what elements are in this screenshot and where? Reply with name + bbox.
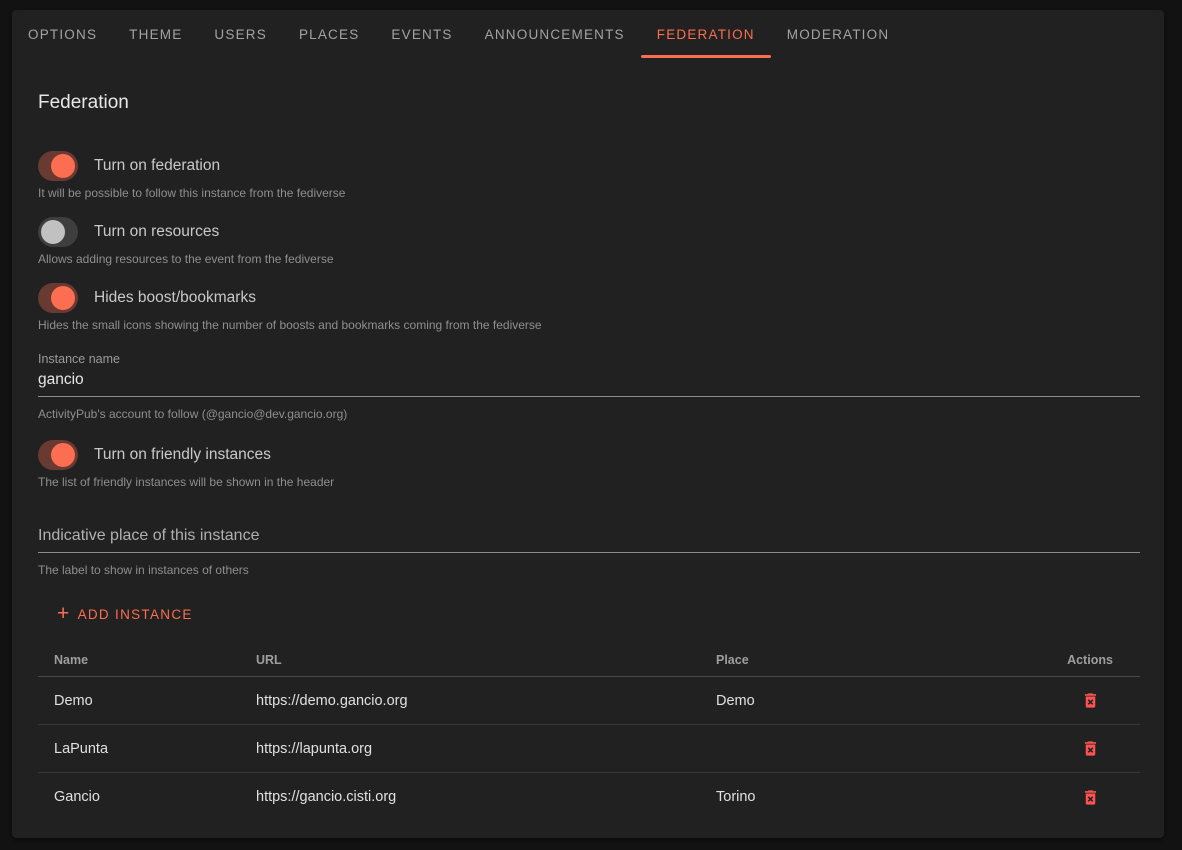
instance-name-hint: ActivityPub's account to follow (@gancio… (38, 407, 1140, 421)
tab-users[interactable]: USERS (198, 10, 283, 58)
tab-announcements[interactable]: ANNOUNCEMENTS (469, 10, 641, 58)
federation-toggle-label: Turn on federation (94, 157, 220, 175)
friendly-instances-toggle[interactable] (38, 440, 78, 470)
table-row: Gancio https://gancio.cisti.org Torino (38, 773, 1140, 821)
instance-place-field: The label to show in instances of others (38, 523, 1140, 577)
instances-table: Name URL Place Actions Demo https://demo… (38, 643, 1140, 821)
friendly-instances-toggle-label: Turn on friendly instances (94, 446, 271, 464)
tab-options[interactable]: OPTIONS (12, 10, 113, 58)
resources-toggle-row: Turn on resources (38, 216, 1140, 248)
delete-forever-icon (1081, 739, 1100, 758)
add-instance-button[interactable]: + ADD INSTANCE (57, 603, 193, 625)
cell-url: https://gancio.cisti.org (240, 789, 700, 805)
table-header-row: Name URL Place Actions (38, 643, 1140, 677)
cell-place: Torino (700, 789, 1040, 805)
add-instance-label: ADD INSTANCE (78, 607, 193, 622)
cell-name: LaPunta (38, 741, 240, 757)
federation-toggle[interactable] (38, 151, 78, 181)
admin-tabs: OPTIONS THEME USERS PLACES EVENTS ANNOUN… (12, 10, 1164, 58)
federation-toggle-hint: It will be possible to follow this insta… (38, 186, 1140, 200)
hide-boosts-toggle-row: Hides boost/bookmarks (38, 282, 1140, 314)
cell-name: Demo (38, 693, 240, 709)
cell-url: https://lapunta.org (240, 741, 700, 757)
header-actions: Actions (1040, 653, 1140, 667)
friendly-instances-toggle-row: Turn on friendly instances (38, 439, 1140, 471)
header-url: URL (240, 653, 700, 667)
toggle-thumb (51, 154, 75, 178)
delete-forever-icon (1081, 788, 1100, 807)
plus-icon: + (57, 604, 71, 624)
instance-place-hint: The label to show in instances of others (38, 563, 1140, 577)
tab-moderation[interactable]: MODERATION (771, 10, 906, 58)
hide-boosts-toggle-label: Hides boost/bookmarks (94, 289, 256, 307)
instance-place-input[interactable] (38, 523, 1140, 553)
toggle-thumb (41, 220, 65, 244)
resources-toggle-hint: Allows adding resources to the event fro… (38, 252, 1140, 266)
hide-boosts-toggle-hint: Hides the small icons showing the number… (38, 318, 1140, 332)
toggle-thumb (51, 286, 75, 310)
table-row: LaPunta https://lapunta.org (38, 725, 1140, 773)
federation-toggle-row: Turn on federation (38, 150, 1140, 182)
resources-toggle[interactable] (38, 217, 78, 247)
cell-url: https://demo.gancio.org (240, 693, 700, 709)
delete-instance-button[interactable] (1072, 683, 1108, 719)
tab-places[interactable]: PLACES (283, 10, 375, 58)
instance-name-field: Instance name ActivityPub's account to f… (38, 352, 1140, 421)
delete-instance-button[interactable] (1072, 779, 1108, 815)
admin-card: OPTIONS THEME USERS PLACES EVENTS ANNOUN… (12, 10, 1164, 838)
page-title: Federation (38, 92, 1140, 114)
delete-instance-button[interactable] (1072, 731, 1108, 767)
header-place: Place (700, 653, 1040, 667)
toggle-thumb (51, 443, 75, 467)
delete-forever-icon (1081, 691, 1100, 710)
header-name: Name (38, 653, 240, 667)
tab-events[interactable]: EVENTS (375, 10, 468, 58)
tab-federation[interactable]: FEDERATION (641, 10, 771, 58)
tab-theme[interactable]: THEME (113, 10, 198, 58)
hide-boosts-toggle[interactable] (38, 283, 78, 313)
federation-panel: Federation Turn on federation It will be… (12, 92, 1164, 821)
table-row: Demo https://demo.gancio.org Demo (38, 677, 1140, 725)
cell-name: Gancio (38, 789, 240, 805)
instance-name-label: Instance name (38, 352, 1140, 367)
cell-place: Demo (700, 693, 1040, 709)
friendly-instances-toggle-hint: The list of friendly instances will be s… (38, 475, 1140, 489)
instance-name-input[interactable] (38, 367, 1140, 397)
resources-toggle-label: Turn on resources (94, 223, 219, 241)
admin-page: OPTIONS THEME USERS PLACES EVENTS ANNOUN… (0, 0, 1182, 850)
